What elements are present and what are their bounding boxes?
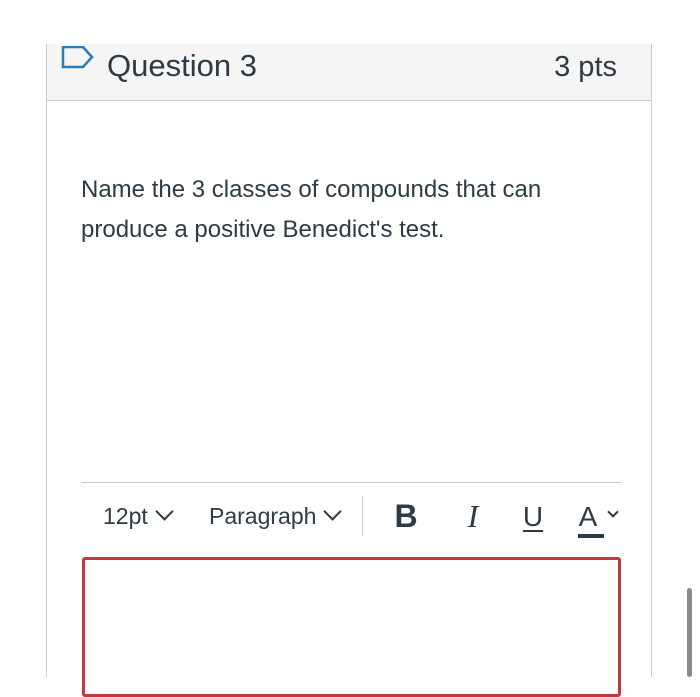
- chevron-down-icon: [155, 502, 174, 521]
- bold-button[interactable]: B: [391, 494, 421, 539]
- editor-toolbar: 12pt Paragraph B I U A: [81, 494, 626, 539]
- page-scrollbar[interactable]: [687, 588, 692, 677]
- question-card: Question 3 3 pts Name the 3 classes of c…: [46, 44, 652, 697]
- question-header: Question 3 3 pts: [47, 44, 651, 101]
- question-points: 3 pts: [554, 51, 617, 83]
- italic-button[interactable]: I: [458, 494, 488, 539]
- block-format-dropdown[interactable]: Paragraph: [209, 494, 343, 539]
- font-size-value: 12pt: [103, 503, 148, 529]
- chevron-down-icon[interactable]: [607, 506, 619, 518]
- toolbar-separator: [362, 496, 363, 536]
- editor-divider: [81, 482, 621, 483]
- question-text: Name the 3 classes of compounds that can…: [81, 176, 542, 243]
- text-color-button[interactable]: A: [573, 494, 603, 539]
- flag-question-icon[interactable]: [61, 45, 95, 74]
- text-color-swatch: [578, 534, 604, 538]
- answer-editor[interactable]: [82, 557, 621, 697]
- question-title: Question 3: [107, 48, 257, 83]
- underline-button[interactable]: U: [518, 494, 548, 539]
- block-format-value: Paragraph: [209, 503, 317, 529]
- font-size-dropdown[interactable]: 12pt: [103, 494, 174, 539]
- chevron-down-icon: [323, 502, 343, 521]
